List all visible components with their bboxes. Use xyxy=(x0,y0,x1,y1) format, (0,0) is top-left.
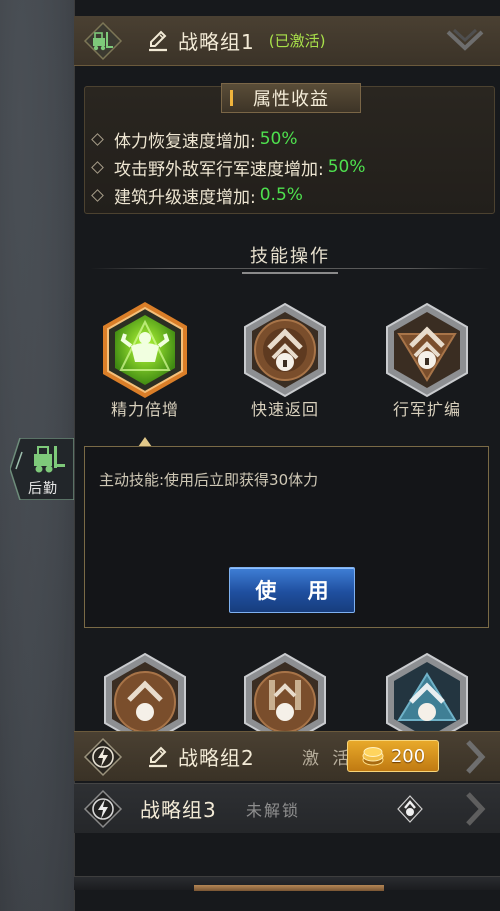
skill-ops-heading: 技能操作 xyxy=(90,238,490,274)
skill-ops-title: 技能操作 xyxy=(242,242,338,274)
attribute-row: 建筑升级速度增加: 0.5% xyxy=(91,181,366,209)
diamond-bullet-icon xyxy=(91,188,104,202)
attribute-name: 攻击野外敌军行军速度增加: xyxy=(114,159,324,180)
group-1-status: (已激活) xyxy=(268,32,326,50)
chevron-right-icon[interactable] xyxy=(458,738,492,776)
use-button-label: 使 用 xyxy=(255,579,341,603)
attribute-row: 体力恢复速度增加: 50% xyxy=(91,125,366,153)
skill-energy-boost[interactable]: 精力倍增 xyxy=(95,300,195,420)
skill-fast-return[interactable]: 快速返回 xyxy=(235,300,335,420)
chevron-right-icon[interactable] xyxy=(458,790,492,828)
chevron-down-icon[interactable] xyxy=(446,26,484,56)
use-button[interactable]: 使 用 xyxy=(229,567,355,613)
side-tab-label: 后勤 xyxy=(28,481,58,497)
lock-icon xyxy=(244,302,326,398)
group-2-emblem xyxy=(82,736,124,778)
attribute-box: 属性收益 体力恢复速度增加: 50% 攻击野外敌军行军速度增加: 50% 建筑升… xyxy=(84,83,495,214)
lightning-icon xyxy=(83,737,123,776)
gold-coin-icon xyxy=(362,747,384,766)
bottom-bar xyxy=(74,876,500,891)
activate-cost-button[interactable]: 200 xyxy=(347,740,439,772)
group-1-emblem xyxy=(82,20,124,62)
group-3-title: 战略组3 xyxy=(140,798,217,822)
side-tab-logistics[interactable]: 后勤 xyxy=(9,437,75,501)
lightning-icon xyxy=(83,789,123,828)
attribute-row: 攻击野外敌军行军速度增加: 50% xyxy=(91,153,366,181)
edit-icon[interactable] xyxy=(146,29,170,53)
attribute-value: 50% xyxy=(259,129,298,149)
diamond-bullet-icon xyxy=(91,132,104,146)
skill-description: 主动技能:使用后立即获得30体力 xyxy=(99,471,319,489)
group-3-emblem xyxy=(82,788,124,830)
edit-icon[interactable] xyxy=(146,745,170,769)
group-header-2[interactable]: 战略组2 激 活 200 xyxy=(74,731,500,781)
group-header-1[interactable]: 战略组1 (已激活) xyxy=(74,16,500,66)
diamond-bullet-icon xyxy=(91,160,104,174)
attribute-value: 50% xyxy=(327,157,366,177)
activate-label: 激 活 xyxy=(302,749,354,769)
group-header-3[interactable]: 战略组3 未解锁 xyxy=(74,783,500,833)
forklift-icon xyxy=(34,446,65,473)
attribute-list: 体力恢复速度增加: 50% 攻击野外敌军行军速度增加: 50% 建筑升级速度增加… xyxy=(91,125,366,209)
lock-icon xyxy=(386,302,468,398)
muscle-icon xyxy=(103,302,187,398)
activate-cost: 200 xyxy=(390,745,426,767)
lock-icon xyxy=(397,795,423,823)
forklift-icon xyxy=(83,21,123,60)
attribute-value: 0.5% xyxy=(259,185,303,205)
skill-label: 行军扩编 xyxy=(392,400,461,419)
skill-march-expand[interactable]: 行军扩编 xyxy=(377,300,477,420)
group-2-title: 战略组2 xyxy=(178,746,255,770)
attribute-heading-tag: 属性收益 xyxy=(221,83,361,113)
attribute-heading: 属性收益 xyxy=(253,89,329,110)
group-3-status: 未解锁 xyxy=(246,800,301,820)
attribute-name: 建筑升级速度增加: xyxy=(114,187,256,208)
skill-label: 精力倍增 xyxy=(110,400,179,419)
skill-detail-box: 主动技能:使用后立即获得30体力 使 用 xyxy=(84,446,489,628)
skill-label: 快速返回 xyxy=(250,400,319,419)
attribute-name: 体力恢复速度增加: xyxy=(114,131,256,152)
group-1-title: 战略组1 xyxy=(178,30,255,54)
